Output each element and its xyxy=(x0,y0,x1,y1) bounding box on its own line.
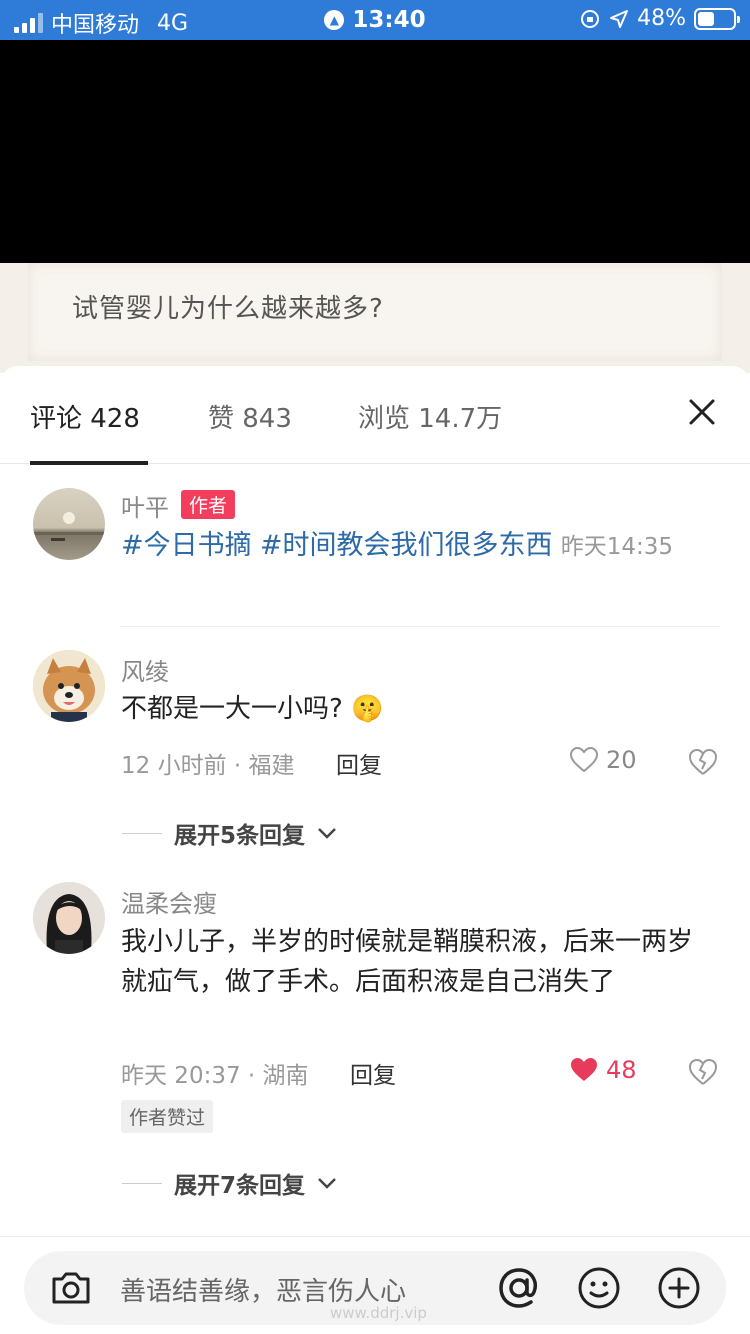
chevron-down-icon xyxy=(318,1178,336,1189)
shush-emoji-icon: 🤫 xyxy=(351,694,384,724)
author-tag: 作者 xyxy=(181,490,236,519)
chevron-down-icon xyxy=(318,828,336,839)
comment-author-name[interactable]: 叶平 xyxy=(121,488,169,523)
woman-photo xyxy=(33,882,105,954)
broken-heart-icon[interactable] xyxy=(688,1057,718,1087)
divider xyxy=(120,626,720,627)
heart-icon xyxy=(570,747,598,773)
comment-time: 昨天14:35 xyxy=(560,534,674,560)
comment-sheet: 评论 428 赞 843 浏览 14.7万 叶平 作者 #今日书摘 #时间教会我… xyxy=(0,366,750,1334)
like-button[interactable]: 48 xyxy=(570,1056,637,1084)
at-icon[interactable] xyxy=(496,1265,542,1311)
location-arrow-icon xyxy=(610,9,629,28)
camera-icon[interactable] xyxy=(48,1265,94,1311)
hashtag-link[interactable]: #今日书摘 xyxy=(121,530,252,561)
avatar[interactable] xyxy=(33,650,105,722)
comment-body: #今日书摘 #时间教会我们很多东西 昨天14:35 xyxy=(121,526,711,567)
battery-percent: 48% xyxy=(637,6,686,31)
active-tab-indicator xyxy=(30,461,148,465)
avatar[interactable] xyxy=(33,488,105,560)
video-player[interactable] xyxy=(0,40,750,263)
like-count: 20 xyxy=(606,746,637,774)
comment-meta: 昨天 20:37 · 湖南 xyxy=(121,1063,309,1089)
tab-views[interactable]: 浏览 14.7万 xyxy=(358,398,502,435)
comment-text: 不都是一大一小吗? xyxy=(121,694,343,724)
like-button[interactable]: 20 xyxy=(570,746,637,774)
broken-heart-icon[interactable] xyxy=(688,747,718,777)
reply-button[interactable]: 回复 xyxy=(336,746,382,780)
close-icon[interactable] xyxy=(684,394,720,430)
expand-replies-button[interactable]: 展开5条回复 xyxy=(122,816,337,850)
expand-label: 展开7条回复 xyxy=(174,1173,306,1199)
plus-icon[interactable] xyxy=(656,1265,702,1311)
status-bar: 中国移动 4G ▲ 13:40 48% xyxy=(0,0,750,40)
status-left: 中国移动 4G xyxy=(14,7,188,39)
avatar[interactable] xyxy=(33,882,105,954)
comment-author-name[interactable]: 温柔会瘦 xyxy=(121,884,217,919)
comment-tabs: 评论 428 赞 843 浏览 14.7万 xyxy=(0,366,750,465)
heart-filled-icon xyxy=(571,1058,597,1081)
comment-body: 不都是一大一小吗? 🤫 xyxy=(121,689,711,729)
like-count: 48 xyxy=(606,1056,637,1084)
comment-text: 我小儿子，半岁的时候就是鞘膜积液，后来一两岁就疝气，做了手术。后面积液是自己消失… xyxy=(121,927,694,997)
expand-replies-button[interactable]: 展开7条回复 xyxy=(122,1166,337,1200)
network-label: 4G xyxy=(157,10,189,36)
status-right: 48% xyxy=(579,6,740,31)
emoji-icon[interactable] xyxy=(576,1265,622,1311)
hashtag-link[interactable]: #时间教会我们很多东西 xyxy=(260,530,553,561)
navigation-icon: ▲ xyxy=(324,10,345,30)
rotation-lock-icon xyxy=(581,9,600,28)
tab-likes[interactable]: 赞 843 xyxy=(208,398,292,435)
tab-comments[interactable]: 评论 428 xyxy=(30,398,140,435)
author-liked-badge: 作者赞过 xyxy=(121,1100,214,1133)
expand-line xyxy=(122,832,162,834)
watermark: www.ddrj.vip xyxy=(330,1304,427,1322)
question-card[interactable]: 试管婴儿为什么越来越多? xyxy=(0,263,750,373)
status-time: 13:40 xyxy=(352,7,426,33)
question-title: 试管婴儿为什么越来越多? xyxy=(72,294,384,324)
comment-author-name[interactable]: 风绫 xyxy=(121,652,169,687)
battery-fill xyxy=(698,11,715,26)
reply-button[interactable]: 回复 xyxy=(350,1056,396,1090)
comment-meta: 12 小时前 · 福建 xyxy=(121,753,295,779)
dog-photo xyxy=(33,650,105,722)
carrier-label: 中国移动 xyxy=(51,13,140,38)
expand-line xyxy=(122,1182,162,1184)
signal-icon xyxy=(14,13,43,33)
sunset-photo xyxy=(33,512,105,541)
battery-icon xyxy=(694,7,740,30)
input-placeholder: 善语结善缘，恶言伤人心 xyxy=(120,1277,407,1307)
expand-label: 展开5条回复 xyxy=(174,823,306,849)
